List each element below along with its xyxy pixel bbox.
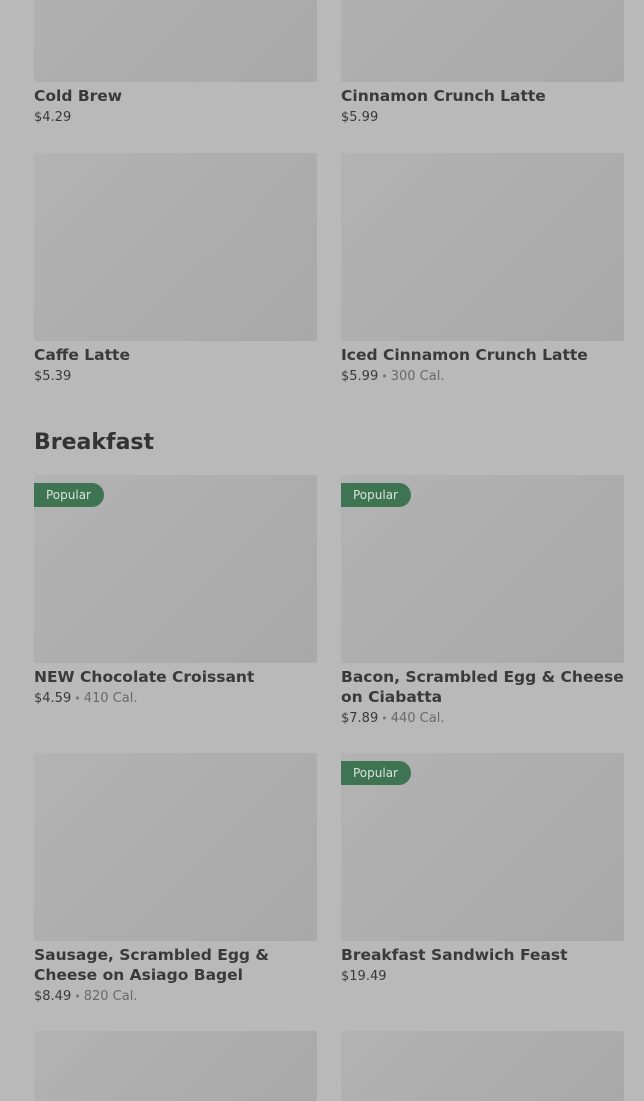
menu-item-price: $8.49 bbox=[34, 989, 72, 1004]
menu-item-price: $19.49 bbox=[341, 969, 387, 984]
menu-item-name: Cinnamon Crunch Latte bbox=[341, 87, 546, 105]
menu-item-name: Sausage, Scrambled Egg & Cheese on Asiag… bbox=[34, 946, 269, 984]
menu-item-card[interactable]: Sausage, Scrambled Egg & Cheese on Asiag… bbox=[34, 753, 317, 1006]
meta-separator: • bbox=[74, 990, 81, 1003]
menu-page: Cold Brew $4.29 Cinnamon Crunch Latte $5… bbox=[0, 0, 644, 1101]
menu-item-meta: $7.89 • 440 Cal. bbox=[341, 710, 624, 728]
menu-item-name: Caffe Latte bbox=[34, 346, 130, 364]
popular-badge: Popular bbox=[341, 483, 411, 507]
menu-item-price: $4.59 bbox=[34, 691, 72, 706]
menu-item-meta: $4.59 • 410 Cal. bbox=[34, 690, 317, 708]
menu-item-price: $5.39 bbox=[34, 369, 72, 384]
menu-item-name: NEW Chocolate Croissant bbox=[34, 668, 255, 686]
popular-badge: Popular bbox=[34, 483, 104, 507]
menu-item-card[interactable]: Popular Bacon, Scrambled Egg & Cheese on… bbox=[341, 475, 624, 728]
menu-item-price: $5.99 bbox=[341, 369, 379, 384]
menu-item-meta: $8.49 • 820 Cal. bbox=[34, 988, 317, 1006]
menu-item-price: $4.29 bbox=[34, 110, 72, 125]
menu-item-calories: 300 Cal. bbox=[390, 369, 445, 384]
menu-item-name: Breakfast Sandwich Feast bbox=[341, 946, 568, 964]
menu-item-meta: $5.99 • 300 Cal. bbox=[341, 368, 624, 386]
menu-item-card[interactable]: Iced Cinnamon Crunch Latte $5.99 • 300 Cal… bbox=[341, 153, 624, 386]
menu-item-meta: $4.29 bbox=[34, 109, 317, 127]
menu-item-card[interactable]: Popular Breakfast Sandwich Feast $19.49 bbox=[341, 753, 624, 986]
menu-item-image bbox=[34, 153, 317, 341]
menu-item-card[interactable] bbox=[34, 1031, 317, 1101]
menu-item-calories: 410 Cal. bbox=[83, 691, 138, 706]
menu-item-image bbox=[34, 0, 317, 82]
menu-item-image bbox=[341, 1031, 624, 1101]
menu-item-card[interactable]: Caffe Latte $5.39 bbox=[34, 153, 317, 386]
menu-item-price: $7.89 bbox=[341, 711, 379, 726]
menu-item-image bbox=[341, 0, 624, 82]
menu-item-image bbox=[34, 1031, 317, 1101]
menu-item-card[interactable]: Cinnamon Crunch Latte $5.99 bbox=[341, 0, 624, 127]
menu-item-price: $5.99 bbox=[341, 110, 379, 125]
menu-item-image bbox=[341, 153, 624, 341]
menu-item-name: Bacon, Scrambled Egg & Cheese on Ciabatt… bbox=[341, 668, 624, 706]
menu-item-calories: 440 Cal. bbox=[390, 711, 445, 726]
menu-item-card[interactable] bbox=[341, 1031, 624, 1101]
meta-separator: • bbox=[381, 370, 388, 383]
menu-item-card[interactable]: Cold Brew $4.29 bbox=[34, 0, 317, 127]
menu-item-meta: $5.99 bbox=[341, 109, 624, 127]
section-title-breakfast: Breakfast bbox=[34, 430, 155, 455]
meta-separator: • bbox=[74, 692, 81, 705]
popular-badge: Popular bbox=[341, 761, 411, 785]
menu-item-image: Popular bbox=[341, 753, 624, 941]
menu-item-meta: $19.49 bbox=[341, 968, 624, 986]
menu-item-image bbox=[34, 753, 317, 941]
menu-item-name: Iced Cinnamon Crunch Latte bbox=[341, 346, 588, 364]
menu-item-card[interactable]: Popular NEW Chocolate Croissant $4.59 • 41… bbox=[34, 475, 317, 708]
menu-item-image: Popular bbox=[34, 475, 317, 663]
menu-item-image: Popular bbox=[341, 475, 624, 663]
menu-item-meta: $5.39 bbox=[34, 368, 317, 386]
menu-item-name: Cold Brew bbox=[34, 87, 123, 105]
menu-item-calories: 820 Cal. bbox=[83, 989, 138, 1004]
meta-separator: • bbox=[381, 712, 388, 725]
